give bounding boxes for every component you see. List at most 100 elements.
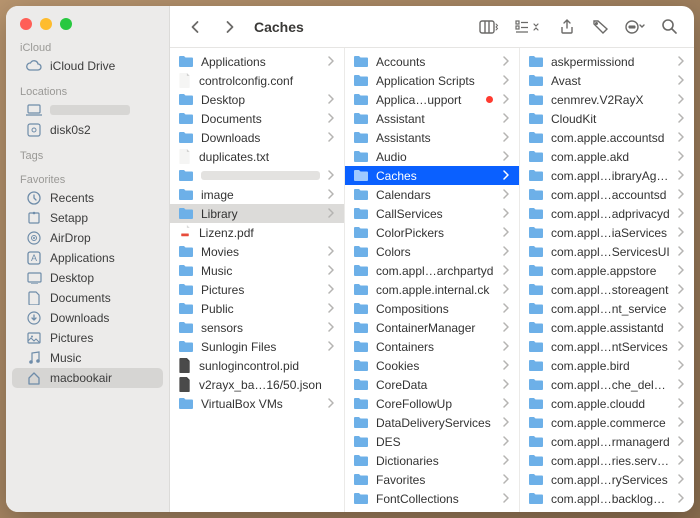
view-mode-button[interactable] xyxy=(476,15,502,39)
folder-icon xyxy=(353,416,369,429)
file-row[interactable]: com.appl…rmanagerd xyxy=(520,432,694,451)
file-row[interactable]: FontCollections xyxy=(345,489,519,508)
file-row[interactable]: com.apple.bird xyxy=(520,356,694,375)
file-row[interactable]: Favorites xyxy=(345,470,519,489)
file-row[interactable]: Sunlogin Files xyxy=(170,337,344,356)
nav-forward-button[interactable] xyxy=(216,15,242,39)
sidebar-item-disk0s2[interactable]: disk0s2 xyxy=(12,120,163,140)
file-row[interactable]: sunlogincontrol.pid xyxy=(170,356,344,375)
svg-text:A: A xyxy=(31,253,37,263)
file-row[interactable]: Desktop xyxy=(170,90,344,109)
tags-button[interactable] xyxy=(588,15,614,39)
file-row[interactable]: Assistant xyxy=(345,109,519,128)
file-row[interactable]: com.apple.cloudd xyxy=(520,394,694,413)
sidebar-item-setapp[interactable]: Setapp xyxy=(12,208,163,228)
file-row[interactable]: duplicates.txt xyxy=(170,147,344,166)
file-row[interactable]: com.appl…accountsd xyxy=(520,185,694,204)
chevron-right-icon xyxy=(677,150,684,164)
file-row[interactable] xyxy=(170,166,344,185)
file-row[interactable]: com.appl…ServicesUI xyxy=(520,242,694,261)
file-row[interactable]: Avast xyxy=(520,71,694,90)
close-window-button[interactable] xyxy=(20,18,32,30)
sidebar-item-applications[interactable]: AApplications xyxy=(12,248,163,268)
file-row[interactable]: com.apple.accountsd xyxy=(520,128,694,147)
file-row[interactable]: com.appl…ntServices xyxy=(520,337,694,356)
file-row[interactable]: ContainerManager xyxy=(345,318,519,337)
file-row[interactable]: Documents xyxy=(170,109,344,128)
file-row[interactable]: Lizenz.pdf xyxy=(170,223,344,242)
file-row[interactable]: Public xyxy=(170,299,344,318)
file-row[interactable]: com.appl…ibraryAgent xyxy=(520,166,694,185)
sidebar-item-airdrop[interactable]: AirDrop xyxy=(12,228,163,248)
file-row[interactable]: Application Scripts xyxy=(345,71,519,90)
file-row[interactable]: askpermissiond xyxy=(520,52,694,71)
file-row[interactable]: Assistants xyxy=(345,128,519,147)
file-row[interactable]: Music xyxy=(170,261,344,280)
file-row[interactable]: com.apple.assistantd xyxy=(520,318,694,337)
sidebar-item-desktop[interactable]: Desktop xyxy=(12,268,163,288)
file-row[interactable]: CoreData xyxy=(345,375,519,394)
file-row[interactable]: Cookies xyxy=(345,356,519,375)
file-label: com.appl…iaServices xyxy=(551,226,670,240)
file-row[interactable]: com.appl…ries.service xyxy=(520,451,694,470)
file-row[interactable]: DataDeliveryServices xyxy=(345,413,519,432)
file-row[interactable]: VirtualBox VMs xyxy=(170,394,344,413)
file-row[interactable]: com.appl…storeagent xyxy=(520,280,694,299)
file-row[interactable]: com.apple.internal.ck xyxy=(345,280,519,299)
file-row[interactable]: com.appl…ryServices xyxy=(520,470,694,489)
sidebar-item-icloud-drive[interactable]: iCloud Drive xyxy=(12,56,163,76)
file-row[interactable]: Colors xyxy=(345,242,519,261)
file-row[interactable]: com.appl…archpartyd xyxy=(345,261,519,280)
file-row[interactable]: Downloads xyxy=(170,128,344,147)
file-row[interactable]: Movies xyxy=(170,242,344,261)
nav-back-button[interactable] xyxy=(182,15,208,39)
file-row[interactable]: com.apple.akd xyxy=(520,147,694,166)
maximize-window-button[interactable] xyxy=(60,18,72,30)
file-row[interactable]: com.apple.gamed xyxy=(520,508,694,512)
file-row[interactable]: Accounts xyxy=(345,52,519,71)
file-row[interactable]: Library xyxy=(170,204,344,223)
sidebar-item-recents[interactable]: Recents xyxy=(12,188,163,208)
file-row[interactable]: Applica…upport xyxy=(345,90,519,109)
more-actions-button[interactable] xyxy=(622,15,648,39)
file-row[interactable]: Calendars xyxy=(345,185,519,204)
file-row[interactable]: com.appl…nt_service xyxy=(520,299,694,318)
sidebar-item-documents[interactable]: Documents xyxy=(12,288,163,308)
file-row[interactable]: CoreFollowUp xyxy=(345,394,519,413)
file-row[interactable]: Compositions xyxy=(345,299,519,318)
file-row[interactable]: Caches xyxy=(345,166,519,185)
sidebar-section-header: Tags xyxy=(6,146,169,164)
file-row[interactable]: com.appl…iaServices xyxy=(520,223,694,242)
group-by-button[interactable] xyxy=(510,15,546,39)
minimize-window-button[interactable] xyxy=(40,18,52,30)
sidebar-item-music[interactable]: Music xyxy=(12,348,163,368)
file-row[interactable]: Applications xyxy=(170,52,344,71)
sidebar-item-label: Documents xyxy=(50,291,111,305)
file-row[interactable]: v2rayx_ba…16/50.json xyxy=(170,375,344,394)
file-row[interactable]: Containers xyxy=(345,337,519,356)
file-row[interactable]: Fonts xyxy=(345,508,519,512)
folder-icon xyxy=(528,397,544,410)
file-row[interactable]: DES xyxy=(345,432,519,451)
sidebar-item-pictures[interactable]: Pictures xyxy=(12,328,163,348)
sidebar-item-downloads[interactable]: Downloads xyxy=(12,308,163,328)
file-row[interactable]: com.appl…che_delete xyxy=(520,375,694,394)
file-row[interactable]: Dictionaries xyxy=(345,451,519,470)
file-row[interactable]: com.appl…backlogger xyxy=(520,489,694,508)
file-row[interactable]: CallServices xyxy=(345,204,519,223)
file-row[interactable]: CloudKit xyxy=(520,109,694,128)
file-row[interactable]: cenmrev.V2RayX xyxy=(520,90,694,109)
file-row[interactable]: com.apple.commerce xyxy=(520,413,694,432)
file-row[interactable]: ColorPickers xyxy=(345,223,519,242)
file-row[interactable]: com.appl…adprivacyd xyxy=(520,204,694,223)
file-row[interactable]: sensors xyxy=(170,318,344,337)
sidebar-item-redacted[interactable] xyxy=(12,100,163,120)
share-button[interactable] xyxy=(554,15,580,39)
sidebar-item-macbookair[interactable]: macbookair xyxy=(12,368,163,388)
file-row[interactable]: com.apple.appstore xyxy=(520,261,694,280)
search-button[interactable] xyxy=(656,15,682,39)
file-row[interactable]: Pictures xyxy=(170,280,344,299)
file-row[interactable]: image xyxy=(170,185,344,204)
file-row[interactable]: Audio xyxy=(345,147,519,166)
file-row[interactable]: controlconfig.conf xyxy=(170,71,344,90)
